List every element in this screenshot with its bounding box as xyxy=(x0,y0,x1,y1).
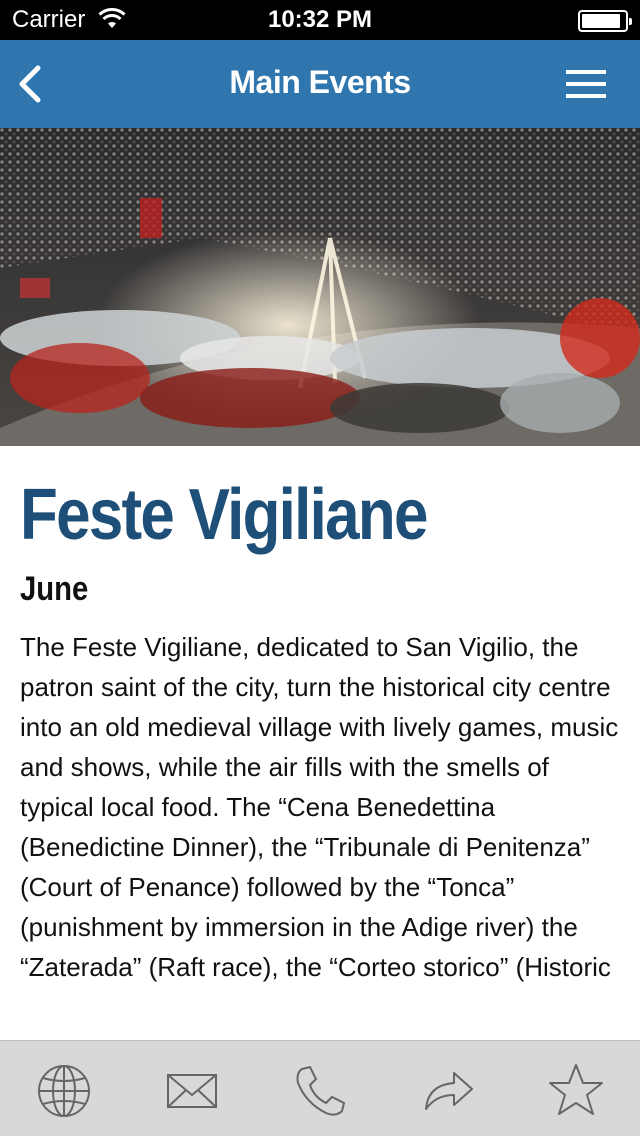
page-title: Main Events xyxy=(229,64,411,100)
event-content: Feste Vigiliane June The Feste Vigiliane… xyxy=(0,446,640,1040)
event-description: The Feste Vigiliane, dedicated to San Vi… xyxy=(20,632,619,982)
mail-icon xyxy=(167,1074,217,1108)
email-button[interactable] xyxy=(162,1061,222,1121)
clock: 10:32 PM xyxy=(267,6,373,33)
tab-bar xyxy=(0,1040,640,1136)
battery-icon xyxy=(578,10,632,32)
call-button[interactable] xyxy=(290,1061,350,1121)
globe-icon xyxy=(38,1065,90,1117)
event-title: Feste Vigiliane xyxy=(20,475,428,555)
favorite-button[interactable] xyxy=(546,1061,606,1121)
menu-button[interactable] xyxy=(566,66,614,102)
back-button[interactable] xyxy=(8,56,64,112)
status-bar: Carrier 10:32 PM xyxy=(0,0,640,40)
event-date: June xyxy=(20,570,89,608)
star-icon xyxy=(549,1064,603,1115)
nav-bar: Main Events xyxy=(0,40,640,128)
event-photo xyxy=(0,128,640,446)
website-button[interactable] xyxy=(34,1061,94,1121)
share-icon xyxy=(425,1072,473,1110)
battery-level xyxy=(582,14,620,28)
phone-icon xyxy=(296,1065,346,1116)
chevron-left-icon xyxy=(19,65,41,103)
share-button[interactable] xyxy=(418,1061,478,1121)
